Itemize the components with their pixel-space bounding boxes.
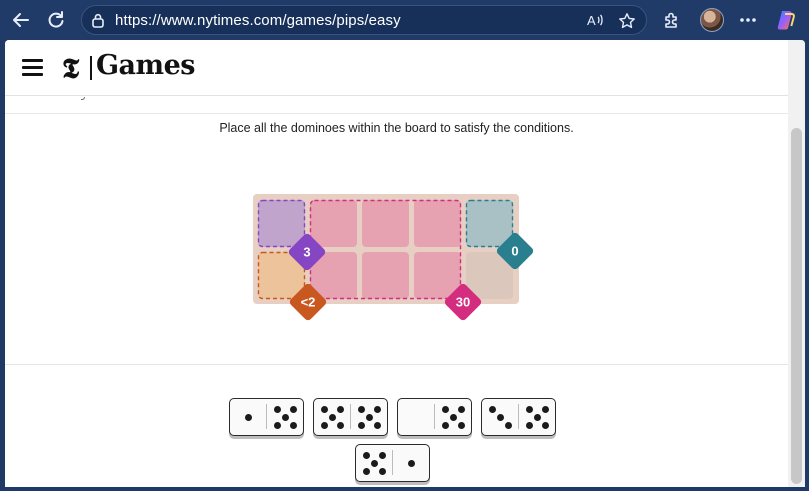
domino-divider: [392, 450, 393, 475]
pip: [290, 422, 297, 429]
pip: [363, 452, 370, 459]
domino[interactable]: [397, 398, 472, 436]
profile-avatar[interactable]: [700, 8, 724, 32]
domino-left-half: [356, 445, 392, 480]
pip: [329, 414, 336, 421]
pip: [321, 406, 328, 413]
pip: [358, 422, 365, 429]
domino-left-half: [230, 399, 266, 434]
pip: [489, 406, 496, 413]
domino-right-half: [351, 399, 387, 434]
scrollbar-thumb[interactable]: [791, 128, 802, 484]
pip: [366, 414, 373, 421]
pip: [358, 406, 365, 413]
pip: [374, 422, 381, 429]
cell-pink[interactable]: [414, 200, 461, 247]
domino-right-half: [267, 399, 303, 434]
read-aloud-icon[interactable]: A: [587, 12, 605, 34]
pip: [374, 406, 381, 413]
browser-toolbar: https://www.nytimes.com/games/pips/easy …: [0, 0, 809, 40]
copilot-icon[interactable]: [774, 8, 798, 32]
domino-left-half: [398, 399, 434, 434]
pip: [450, 414, 457, 421]
cell-pink[interactable]: [362, 200, 409, 247]
pip: [505, 422, 512, 429]
pip: [274, 406, 281, 413]
pip: [379, 452, 386, 459]
cell-pink[interactable]: [362, 252, 409, 299]
domino[interactable]: [313, 398, 388, 436]
pip: [337, 422, 344, 429]
pip: [534, 414, 541, 421]
url-text[interactable]: https://www.nytimes.com/games/pips/easy: [115, 12, 401, 29]
pip: [497, 414, 504, 421]
pip: [458, 422, 465, 429]
pip: [290, 406, 297, 413]
domino-divider: [518, 404, 519, 429]
pips-board: 3 <2 30 0: [253, 194, 534, 321]
domino[interactable]: [481, 398, 556, 436]
pip: [542, 422, 549, 429]
refresh-icon[interactable]: [44, 8, 68, 32]
extensions-icon[interactable]: [660, 8, 684, 32]
pip: [245, 414, 252, 421]
more-menu-icon[interactable]: [736, 8, 760, 32]
pip: [282, 414, 289, 421]
region-label-text: 30: [456, 295, 470, 310]
pip: [526, 406, 533, 413]
domino-right-half: [435, 399, 471, 434]
page-scrollbar[interactable]: [788, 40, 805, 487]
domino-left-half: [314, 399, 350, 434]
address-bar[interactable]: https://www.nytimes.com/games/pips/easy …: [81, 5, 647, 35]
domino-divider: [350, 404, 351, 429]
cell-teal[interactable]: [466, 200, 513, 247]
pip: [371, 460, 378, 467]
pip: [379, 468, 386, 475]
lock-icon[interactable]: [91, 13, 105, 33]
pip: [458, 406, 465, 413]
pip: [321, 422, 328, 429]
favorite-star-icon[interactable]: [618, 12, 636, 35]
domino-left-half: [482, 399, 518, 434]
tray-divider: [5, 364, 788, 365]
region-label-text: 0: [511, 244, 518, 259]
back-arrow-icon[interactable]: [9, 8, 33, 32]
pip: [337, 406, 344, 413]
domino-divider: [266, 404, 267, 429]
pip: [542, 406, 549, 413]
domino[interactable]: [229, 398, 304, 436]
pip: [363, 468, 370, 475]
domino[interactable]: [355, 444, 430, 482]
page-viewport: 𝕿 Games Place all the dominoes within th…: [5, 40, 805, 487]
pip: [442, 406, 449, 413]
pip: [274, 422, 281, 429]
region-label-text: 3: [303, 245, 310, 260]
cell-purple[interactable]: [258, 200, 305, 247]
cell-pink[interactable]: [310, 200, 357, 247]
pip: [408, 460, 415, 467]
domino-right-half: [519, 399, 555, 434]
svg-text:A: A: [587, 13, 596, 28]
region-label-text: <2: [301, 295, 316, 310]
pip: [442, 422, 449, 429]
pip: [526, 422, 533, 429]
domino-right-half: [393, 445, 429, 480]
domino-divider: [434, 404, 435, 429]
